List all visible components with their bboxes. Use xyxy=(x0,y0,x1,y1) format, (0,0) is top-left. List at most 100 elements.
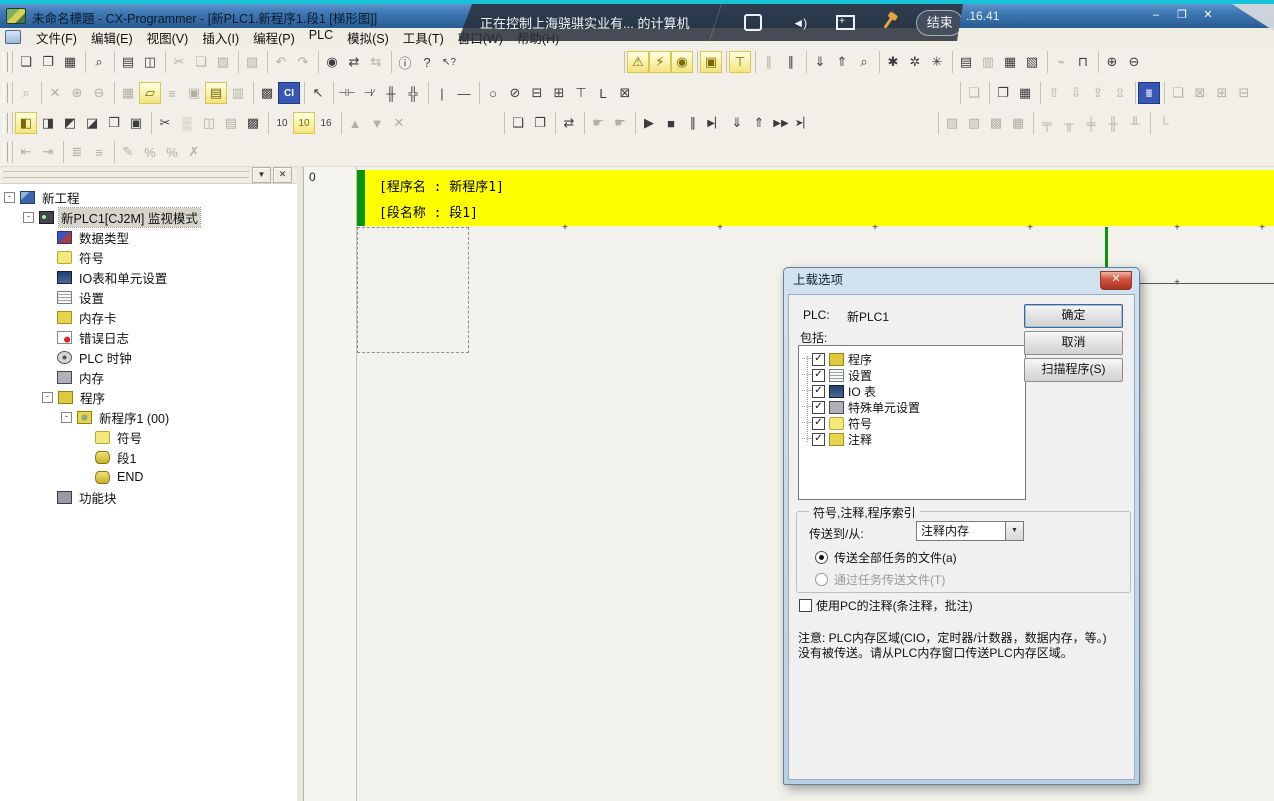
panel-dropdown-icon[interactable]: ▼ xyxy=(252,167,271,183)
monitor-pane-1-icon[interactable]: ❏ xyxy=(1167,82,1189,104)
vertical-down-icon[interactable]: L xyxy=(592,82,614,104)
ok-button[interactable]: 确定 xyxy=(1024,304,1123,328)
run-mode-icon[interactable]: ⊤ xyxy=(729,51,751,73)
panel-close-icon[interactable]: ✕ xyxy=(273,167,292,183)
split-program-icon[interactable]: ✂ xyxy=(154,112,176,134)
sim-pause-icon[interactable]: ∥ xyxy=(682,112,704,134)
tree-item-memory[interactable]: 内存 xyxy=(0,367,297,387)
watch-list-icon[interactable]: ≣ xyxy=(1138,82,1160,104)
network-node-4-icon[interactable]: ▦ xyxy=(1007,112,1029,134)
print-preview-icon[interactable]: ◫ xyxy=(139,51,161,73)
network-node-icon[interactable]: ▧ xyxy=(941,112,963,134)
time-chart-monitor-icon[interactable]: ⊓ xyxy=(1072,51,1094,73)
checkbox-icon[interactable]: ✓ xyxy=(812,433,825,446)
find-report-icon[interactable]: ⌕ xyxy=(88,51,110,73)
print-icon[interactable]: ▤ xyxy=(117,51,139,73)
context-help-icon[interactable]: ↖? xyxy=(438,51,460,73)
dialog-close-icon[interactable]: ✕ xyxy=(1100,271,1132,290)
include-item-io-table[interactable]: ✓IO 表 xyxy=(799,383,1025,399)
pause-hand-icon[interactable]: ☛ xyxy=(587,112,609,134)
radio-transfer-all-tasks[interactable]: 传送全部任务的文件(a) xyxy=(815,549,957,566)
bracket-view-icon[interactable]: ◫ xyxy=(198,112,220,134)
sim-window-2-icon[interactable]: ❐ xyxy=(529,112,551,134)
window-pair-2-icon[interactable]: ◪ xyxy=(81,112,103,134)
compare-with-plc-icon[interactable]: ⌕ xyxy=(853,51,875,73)
panel-splitter[interactable] xyxy=(297,166,304,801)
zoom-tool-icon[interactable]: ⌕ xyxy=(15,82,37,104)
coil-not-icon[interactable]: ⊘ xyxy=(504,82,526,104)
address-reference-icon[interactable]: ▧ xyxy=(1021,51,1043,73)
coil-icon[interactable]: ○ xyxy=(482,82,504,104)
sim-run-icon[interactable]: ▶ xyxy=(638,112,660,134)
pin-icon[interactable] xyxy=(884,16,894,29)
transfer-from-plc-icon[interactable]: ⇑ xyxy=(831,51,853,73)
network-node-2-icon[interactable]: ▨ xyxy=(963,112,985,134)
checkbox-icon[interactable]: ✓ xyxy=(812,401,825,414)
tree-item-programs[interactable]: -程序 xyxy=(0,387,297,407)
branch-cross-icon[interactable]: ╪ xyxy=(1080,112,1102,134)
window-pair-icon[interactable]: ◩ xyxy=(59,112,81,134)
compile-icon[interactable]: ✱ xyxy=(882,51,904,73)
window-wide-icon[interactable]: ❐ xyxy=(103,112,125,134)
panel-grip[interactable] xyxy=(3,171,249,178)
step-run-icon[interactable]: ▶▏ xyxy=(704,112,726,134)
network-node-3-icon[interactable]: ▩ xyxy=(985,112,1007,134)
binary-view-icon[interactable]: ▩ xyxy=(242,112,264,134)
tree-item-new-plc1[interactable]: -新PLC1[CJ2M] 监视模式 xyxy=(0,207,297,227)
zoom-in-icon[interactable]: ⊕ xyxy=(66,82,88,104)
contact-nc-icon[interactable]: ⊣∕ xyxy=(358,82,380,104)
tree-item-error-log[interactable]: 错误日志 xyxy=(0,327,297,347)
expander-icon[interactable]: - xyxy=(4,192,15,203)
menu-item[interactable]: 编程(P) xyxy=(246,28,302,47)
schedule-view-icon[interactable]: ▦ xyxy=(1014,82,1036,104)
edit-force-3-icon[interactable]: % xyxy=(161,141,183,163)
monitor-pane-3-icon[interactable]: ⊞ xyxy=(1211,82,1233,104)
step-out-icon[interactable]: ⇑ xyxy=(748,112,770,134)
indent-left-icon[interactable]: ⇤ xyxy=(15,141,37,163)
include-item-comments[interactable]: ✓注释 xyxy=(799,431,1025,447)
branch-mid-icon[interactable]: ╥ xyxy=(1058,112,1080,134)
window-new-icon[interactable]: ◧ xyxy=(15,112,37,134)
program-mode-icon[interactable]: ▣ xyxy=(700,51,722,73)
tree-item-section1[interactable]: 段1 xyxy=(0,447,297,467)
differential-monitor-icon[interactable]: ⌁ xyxy=(1050,51,1072,73)
compile-all-icon[interactable]: ✲ xyxy=(904,51,926,73)
save-icon[interactable]: ▦ xyxy=(59,51,81,73)
tree-item-new-program1[interactable]: -新程序1 (00) xyxy=(0,407,297,427)
menu-item[interactable]: 视图(V) xyxy=(140,28,196,47)
tree-item-program-symbols[interactable]: 符号 xyxy=(0,427,297,447)
scan-run-icon[interactable]: ➤▏ xyxy=(792,112,814,134)
close-button[interactable]: ✕ xyxy=(1198,8,1218,23)
tree-item-data-types[interactable]: 数据类型 xyxy=(0,227,297,247)
force-clear-icon[interactable]: ✕ xyxy=(388,112,410,134)
include-item-special-unit-setup[interactable]: ✓特殊单元设置 xyxy=(799,399,1025,415)
indent-right-icon[interactable]: ⇥ xyxy=(37,141,59,163)
tree-item-settings[interactable]: 设置 xyxy=(0,287,297,307)
include-list[interactable]: ✓程序✓设置✓IO 表✓特殊单元设置✓符号✓注释 xyxy=(798,345,1026,500)
selected-cell[interactable] xyxy=(357,227,469,353)
copy-icon[interactable]: ❑ xyxy=(190,51,212,73)
substitute-icon[interactable]: ⇆ xyxy=(365,51,387,73)
step-in-icon[interactable]: ⇓ xyxy=(726,112,748,134)
expander-icon[interactable]: - xyxy=(42,392,53,403)
auto-online-icon[interactable]: ⚡ xyxy=(649,51,671,73)
about-icon[interactable]: ⓘ xyxy=(394,51,416,73)
transfer-target-combobox[interactable]: 注释内存 ▼ xyxy=(916,521,1024,541)
continuous-step-icon[interactable]: ▶▶ xyxy=(770,112,792,134)
edit-force-2-icon[interactable]: % xyxy=(139,141,161,163)
paste-icon[interactable]: ▨ xyxy=(212,51,234,73)
checkbox-icon[interactable]: ✓ xyxy=(812,385,825,398)
watch-window-icon[interactable]: ▤ xyxy=(955,51,977,73)
menu-item[interactable]: 插入(I) xyxy=(195,28,246,47)
set-protection-icon[interactable]: ⊕ xyxy=(1101,51,1123,73)
menu-item[interactable]: PLC xyxy=(302,28,340,47)
show-grid-icon[interactable]: ▦ xyxy=(117,82,139,104)
tree-item-memory-card[interactable]: 内存卡 xyxy=(0,307,297,327)
minimize-button[interactable]: – xyxy=(1146,8,1166,23)
contact-or-no-icon[interactable]: ╫ xyxy=(380,82,402,104)
ci-view-icon[interactable]: CI xyxy=(278,82,300,104)
force-reset-icon[interactable]: ⇩ xyxy=(1065,82,1087,104)
tree-item-new-project[interactable]: -新工程 xyxy=(0,187,297,207)
zoom-cancel-icon[interactable]: ✕ xyxy=(44,82,66,104)
replace-icon[interactable]: ⇄ xyxy=(343,51,365,73)
